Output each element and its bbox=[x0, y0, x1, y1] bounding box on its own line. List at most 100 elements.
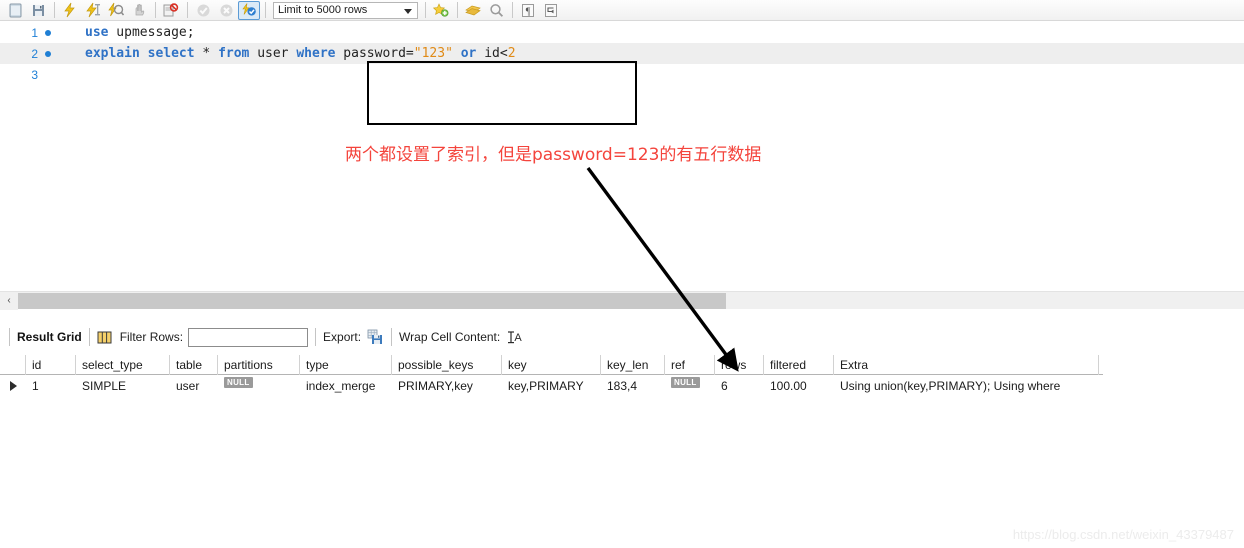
token-kw: use bbox=[85, 25, 109, 40]
code-text[interactable]: use upmessage; bbox=[56, 25, 195, 40]
cell-partitions[interactable]: NULL bbox=[218, 375, 300, 397]
toolbar-divider bbox=[187, 2, 188, 18]
cell-possible_keys[interactable]: PRIMARY,key bbox=[392, 375, 502, 397]
column-header-possible_keys[interactable]: possible_keys bbox=[392, 355, 502, 375]
token-pln: * bbox=[194, 46, 219, 61]
wrap-lines-icon[interactable] bbox=[540, 1, 562, 20]
token-str: "123" bbox=[413, 46, 453, 61]
token-kw: explain select bbox=[85, 46, 195, 61]
toolbar-divider bbox=[54, 2, 55, 18]
limit-rows-label: Limit to 5000 rows bbox=[278, 4, 368, 16]
statement-marker-dot bbox=[40, 50, 56, 57]
sql-code-lines[interactable]: 1 use upmessage; 2 explain select * from us… bbox=[0, 22, 1244, 85]
editor-horizontal-scrollbar[interactable]: ‹ bbox=[0, 291, 1244, 310]
cell-select_type[interactable]: SIMPLE bbox=[76, 375, 170, 397]
statement-marker-dot bbox=[40, 29, 56, 36]
stop-execution-icon[interactable] bbox=[128, 1, 150, 20]
token-pln: user bbox=[249, 46, 297, 61]
filter-rows-label: Filter Rows: bbox=[119, 330, 184, 344]
token-pln: id< bbox=[476, 46, 508, 61]
row-marker-header bbox=[0, 355, 26, 375]
execute-statement-icon[interactable] bbox=[59, 1, 81, 20]
explain-current-statement-icon[interactable] bbox=[105, 1, 127, 20]
toolbar-divider bbox=[391, 328, 393, 346]
toolbar-divider bbox=[457, 2, 458, 18]
token-kw: from bbox=[218, 46, 250, 61]
token-kw: where bbox=[296, 46, 336, 61]
svg-text:A: A bbox=[515, 332, 523, 344]
column-header-table[interactable]: table bbox=[170, 355, 218, 375]
cell-key[interactable]: key,PRIMARY bbox=[502, 375, 601, 397]
toolbar-divider bbox=[155, 2, 156, 18]
column-header-key[interactable]: key bbox=[502, 355, 601, 375]
grid-view-icon[interactable] bbox=[97, 330, 112, 345]
line-number: 1 bbox=[31, 25, 38, 40]
null-badge: NULL bbox=[671, 376, 700, 388]
code-line-1[interactable]: 1 use upmessage; bbox=[0, 22, 1244, 43]
code-line-2[interactable]: 2 explain select * from user where passwo… bbox=[0, 43, 1244, 64]
result-grid-label: Result Grid bbox=[17, 330, 82, 344]
column-header-partitions[interactable]: partitions bbox=[218, 355, 300, 375]
toggle-autocommit-icon[interactable] bbox=[238, 0, 260, 20]
sql-editor-toolbar: Limit to 5000 rows ¶ bbox=[0, 0, 1244, 21]
svg-text:¶: ¶ bbox=[526, 6, 531, 17]
execute-current-statement-icon[interactable] bbox=[82, 1, 104, 20]
line-number: 3 bbox=[31, 67, 38, 82]
scrollbar-thumb[interactable] bbox=[18, 292, 726, 309]
commit-transaction-icon[interactable] bbox=[192, 1, 214, 20]
token-pln: password= bbox=[335, 46, 414, 61]
token-pln bbox=[453, 46, 461, 61]
code-text[interactable]: explain select * from user where passwor… bbox=[56, 46, 516, 61]
cell-Extra[interactable]: Using union(key,PRIMARY); Using where bbox=[834, 375, 1099, 397]
wrap-cell-icon[interactable]: A bbox=[507, 330, 523, 345]
explain-result-grid[interactable]: id select_type table partitions type possible… bbox=[0, 355, 1103, 397]
search-icon[interactable] bbox=[485, 1, 507, 20]
cell-type[interactable]: index_merge bbox=[300, 375, 392, 397]
chevron-left-icon[interactable]: ‹ bbox=[0, 291, 18, 310]
red-annotation-note: 两个都设置了索引，但是password=123的有五行数据 bbox=[345, 145, 762, 165]
column-header-id[interactable]: id bbox=[26, 355, 76, 375]
cell-table[interactable]: user bbox=[170, 375, 218, 397]
column-header-key_len[interactable]: key_len bbox=[601, 355, 665, 375]
column-header-filtered[interactable]: filtered bbox=[764, 355, 834, 375]
play-triangle-icon bbox=[9, 381, 17, 391]
column-header-type[interactable]: type bbox=[300, 355, 392, 375]
column-header-ref[interactable]: ref bbox=[665, 355, 715, 375]
cell-id[interactable]: 1 bbox=[26, 375, 76, 397]
column-header-rows[interactable]: rows bbox=[715, 355, 764, 375]
cell-key_len[interactable]: 183,4 bbox=[601, 375, 665, 397]
cell-filtered[interactable]: 100.00 bbox=[764, 375, 834, 397]
filter-rows-input[interactable] bbox=[188, 327, 309, 347]
token-num: 2 bbox=[507, 46, 516, 61]
limit-rows-dropdown[interactable]: Limit to 5000 rows bbox=[273, 1, 418, 19]
token-pln: upmessage; bbox=[108, 25, 195, 40]
export-icon[interactable] bbox=[367, 329, 384, 345]
cell-ref[interactable]: NULL bbox=[665, 375, 715, 397]
save-script-icon[interactable] bbox=[27, 1, 49, 20]
result-grid-toolbar: Result Grid Filter Rows: Export: Wrap Ce… bbox=[0, 323, 1244, 351]
null-badge: NULL bbox=[224, 376, 253, 388]
sql-editor-area[interactable]: 1 use upmessage; 2 explain select * from us… bbox=[0, 22, 1244, 288]
toolbar-divider bbox=[315, 328, 317, 346]
toggle-invisible-chars-icon[interactable]: ¶ bbox=[517, 1, 539, 20]
export-label: Export: bbox=[323, 330, 362, 344]
new-sql-tab-icon[interactable] bbox=[4, 1, 26, 20]
beautify-sql-icon[interactable] bbox=[430, 1, 452, 20]
cell-rows[interactable]: 6 bbox=[715, 375, 764, 397]
rollback-transaction-icon[interactable] bbox=[215, 1, 237, 20]
column-header-select_type[interactable]: select_type bbox=[76, 355, 170, 375]
column-header-Extra[interactable]: Extra bbox=[834, 355, 1099, 375]
toolbar-divider bbox=[265, 2, 266, 18]
table-row[interactable]: 1 SIMPLE user NULL index_merge PRIMARY,key key… bbox=[0, 375, 1103, 397]
toggle-stop-on-error-icon[interactable] bbox=[160, 1, 182, 20]
toolbar-divider bbox=[425, 2, 426, 18]
wrap-cell-content-label: Wrap Cell Content: bbox=[399, 330, 501, 344]
current-row-marker[interactable] bbox=[0, 375, 26, 397]
table-header-row: id select_type table partitions type possible… bbox=[0, 355, 1103, 375]
find-icon[interactable] bbox=[462, 1, 484, 20]
chevron-down-icon[interactable] bbox=[404, 8, 412, 14]
toolbar-divider bbox=[9, 328, 10, 346]
toolbar-divider bbox=[88, 328, 90, 346]
line-number: 2 bbox=[31, 46, 38, 61]
code-line-3[interactable]: 3 bbox=[0, 64, 1244, 85]
